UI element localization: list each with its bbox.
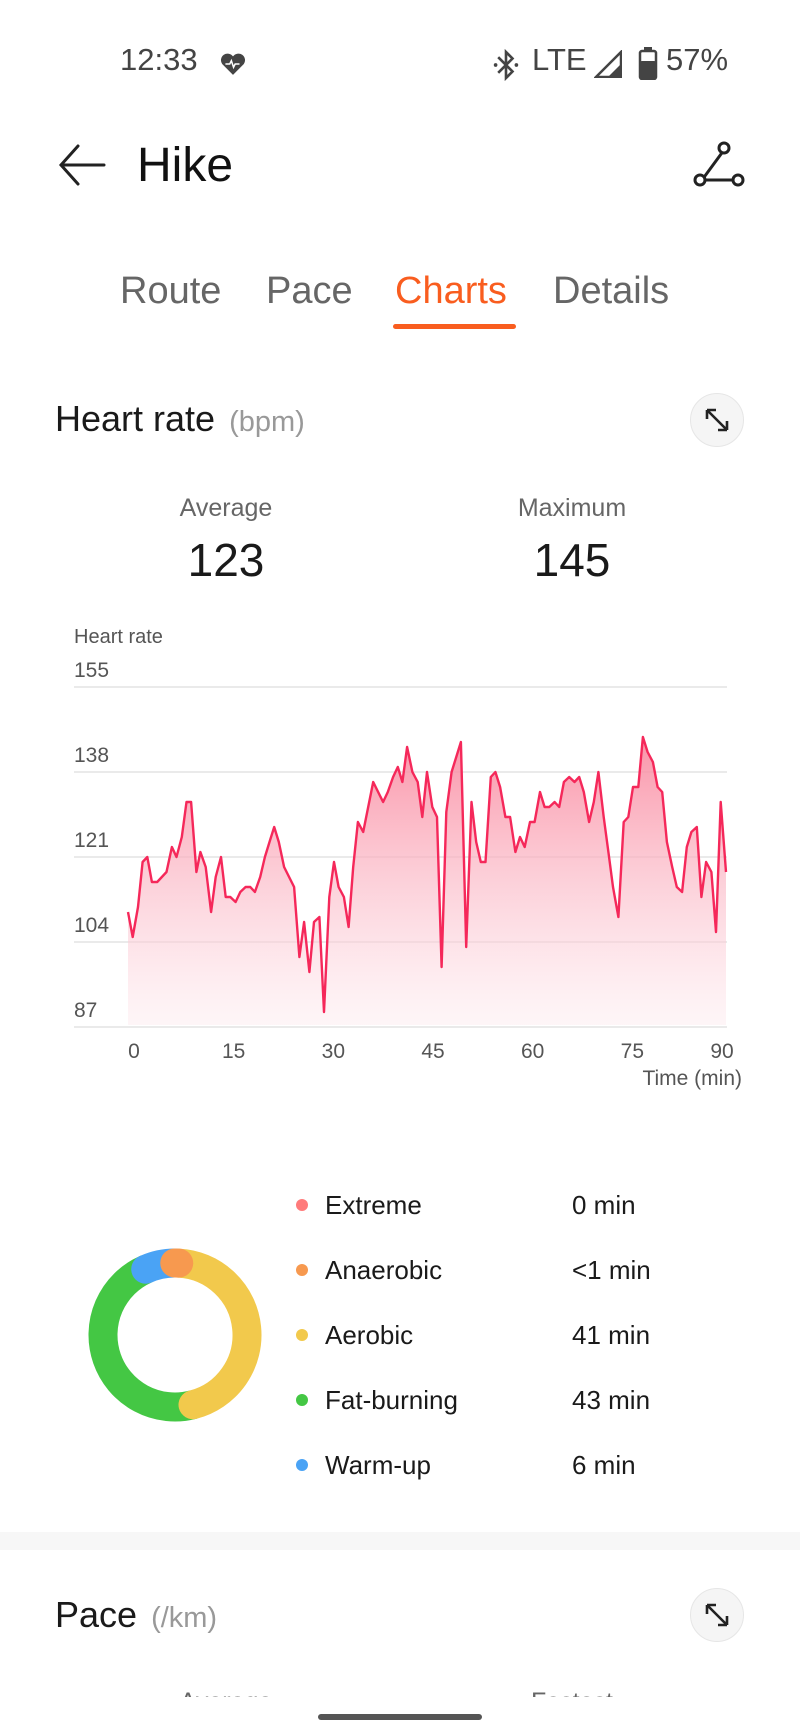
- tab-pace[interactable]: Pace: [266, 270, 353, 313]
- donut-segment-aerobic: [164, 1248, 262, 1420]
- battery-percent: 57%: [666, 42, 729, 77]
- home-indicator[interactable]: [318, 1714, 482, 1720]
- signal-icon: [594, 50, 622, 78]
- battery-icon: [638, 47, 658, 80]
- average-label: Average: [179, 494, 273, 522]
- y-tick-label: 155: [74, 659, 109, 682]
- zone-color-dot: [296, 1459, 308, 1471]
- x-tick-label: 60: [521, 1040, 544, 1063]
- pace-stats-clipped: Average Fastest: [0, 1688, 800, 1697]
- zone-duration: 0 min: [572, 1189, 636, 1220]
- zone-legend-item: Anaerobic <1 min: [296, 1250, 716, 1290]
- x-tick-label: 45: [421, 1040, 444, 1063]
- average-value: 123: [187, 534, 265, 586]
- expand-pace-button[interactable]: [690, 1588, 744, 1642]
- y-tick-label: 104: [74, 914, 109, 937]
- bluetooth-icon: [493, 48, 519, 82]
- section-unit: (bpm): [229, 406, 305, 438]
- pace-header: Pace (/km): [55, 1594, 217, 1636]
- zone-color-dot: [296, 1264, 308, 1276]
- zone-name: Fat-burning: [325, 1384, 458, 1415]
- zone-legend-item: Aerobic 41 min: [296, 1315, 716, 1355]
- x-tick-label: 75: [621, 1040, 644, 1063]
- network-type: LTE: [532, 42, 587, 77]
- x-axis-label: Time (min): [642, 1067, 742, 1090]
- x-tick-label: 15: [222, 1040, 245, 1063]
- y-tick-label: 138: [74, 744, 109, 767]
- zone-name: Aerobic: [325, 1319, 414, 1350]
- zone-name: Extreme: [325, 1189, 422, 1220]
- heart-monitor-icon: [220, 53, 246, 75]
- heart-rate-chart: Heart rate 15513812110487 0 15 30 45 60 75 90 …: [74, 626, 742, 1090]
- donut-segment-fat-burning: [88, 1254, 208, 1422]
- heart-rate-zones-donut: [88, 1248, 262, 1422]
- y-axis-label: Heart rate: [74, 626, 163, 648]
- zone-duration: <1 min: [572, 1254, 651, 1285]
- zone-duration: 43 min: [572, 1384, 651, 1415]
- section-unit: (/km): [151, 1602, 218, 1634]
- x-tick-label: 30: [322, 1040, 345, 1063]
- zone-legend-item: Fat-burning 43 min: [296, 1380, 716, 1420]
- maximum-label: Maximum: [517, 494, 627, 522]
- zone-duration: 41 min: [572, 1319, 651, 1350]
- arrow-left-icon[interactable]: [58, 142, 108, 188]
- section-title: Heart rate: [55, 398, 216, 439]
- x-tick-label: 0: [128, 1040, 140, 1063]
- y-tick-label: 121: [74, 829, 109, 852]
- zone-duration: 6 min: [572, 1449, 636, 1480]
- tab-details[interactable]: Details: [553, 270, 669, 313]
- y-tick-label: 87: [74, 999, 97, 1022]
- x-tick-label: 90: [710, 1040, 733, 1063]
- expand-icon: [705, 408, 729, 432]
- zone-color-dot: [296, 1199, 308, 1211]
- status-time: 12:33: [120, 42, 198, 77]
- zone-legend-item: Warm-up 6 min: [296, 1445, 716, 1485]
- active-tab-indicator: [393, 324, 516, 329]
- zone-color-dot: [296, 1394, 308, 1406]
- zone-name: Anaerobic: [325, 1254, 443, 1285]
- pace-average-label: Average: [76, 1688, 376, 1697]
- section-title: Pace: [55, 1594, 138, 1635]
- page-title: Hike: [137, 139, 234, 192]
- tab-route[interactable]: Route: [120, 270, 221, 313]
- route-share-icon[interactable]: [692, 140, 746, 190]
- tab-charts[interactable]: Charts: [395, 270, 507, 313]
- expand-icon: [705, 1603, 729, 1627]
- zone-legend-item: Extreme 0 min: [296, 1185, 716, 1225]
- zone-name: Warm-up: [325, 1449, 431, 1480]
- section-divider: [0, 1532, 800, 1550]
- heart-rate-header: Heart rate (bpm): [55, 398, 305, 440]
- expand-heart-rate-button[interactable]: [690, 393, 744, 447]
- pace-fastest-label: Fastest: [422, 1688, 722, 1697]
- zone-color-dot: [296, 1329, 308, 1341]
- maximum-value: 145: [533, 534, 611, 586]
